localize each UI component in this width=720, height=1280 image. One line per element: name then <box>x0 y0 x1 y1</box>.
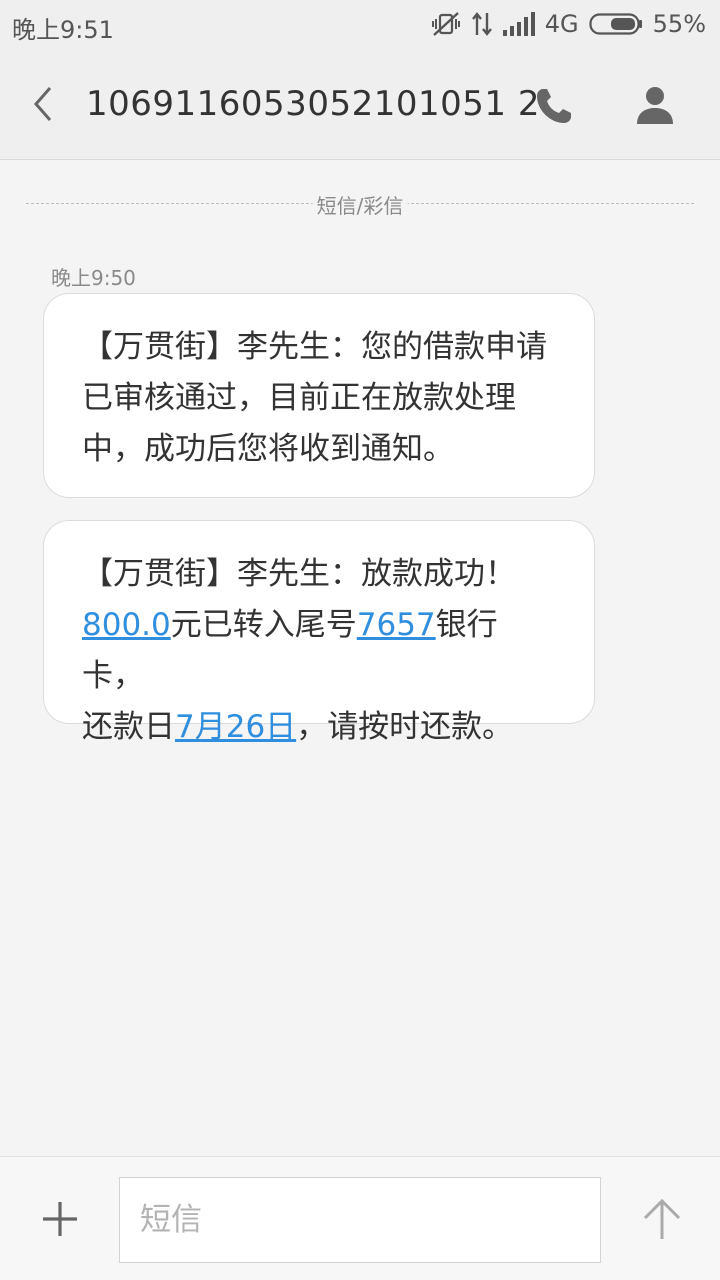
message-time: 晚上9:50 <box>51 266 136 290</box>
message-input[interactable] <box>119 1177 601 1263</box>
data-transfer-icon <box>471 12 492 36</box>
message-text: 【万贯街】李先生：您的借款申请已审核通过，目前正在放款处理中，成功后您将收到通知… <box>82 329 547 467</box>
message-text-part: 还款日 <box>82 709 175 745</box>
message-bubble[interactable]: 【万贯街】李先生：您的借款申请已审核通过，目前正在放款处理中，成功后您将收到通知… <box>43 293 595 498</box>
arrow-up-icon[interactable] <box>640 1197 684 1241</box>
battery-percentage: 55% <box>652 10 706 38</box>
status-icons: 4G 55% <box>431 10 706 38</box>
message-text-part: 元已转入尾号 <box>170 607 357 643</box>
due-date-link[interactable]: 7月26日 <box>175 709 296 745</box>
phone-icon[interactable] <box>534 86 574 126</box>
vibrate-off-icon <box>431 12 460 36</box>
channel-divider: 短信/彩信 <box>26 190 694 219</box>
sender-number: 1069116053052101051 2 <box>86 84 540 124</box>
chevron-left-icon[interactable] <box>26 84 60 124</box>
signal-icon <box>502 12 535 36</box>
message-text: 【万贯街】李先生：放款成功！ 800.0元已转入尾号7657银行卡， 还款日7月26… <box>82 549 556 753</box>
status-time: 晚上9:51 <box>12 16 114 44</box>
composer-bar <box>0 1156 720 1280</box>
amount-link[interactable]: 800.0 <box>82 607 171 643</box>
message-text-part: 【万贯街】李先生：放款成功！ <box>82 556 516 592</box>
plus-icon[interactable] <box>40 1199 80 1239</box>
channel-label: 短信/彩信 <box>312 190 408 219</box>
card-number-link[interactable]: 7657 <box>357 607 436 643</box>
conversation-header: 1069116053052101051 2 <box>0 50 720 160</box>
network-type: 4G <box>544 10 579 38</box>
person-icon[interactable] <box>634 84 676 126</box>
message-text-part: ，请按时还款。 <box>296 709 514 745</box>
battery-icon <box>589 13 642 35</box>
message-bubble[interactable]: 【万贯街】李先生：放款成功！ 800.0元已转入尾号7657银行卡， 还款日7月26… <box>43 520 595 745</box>
status-bar: 晚上9:51 4G 55% <box>0 0 720 50</box>
